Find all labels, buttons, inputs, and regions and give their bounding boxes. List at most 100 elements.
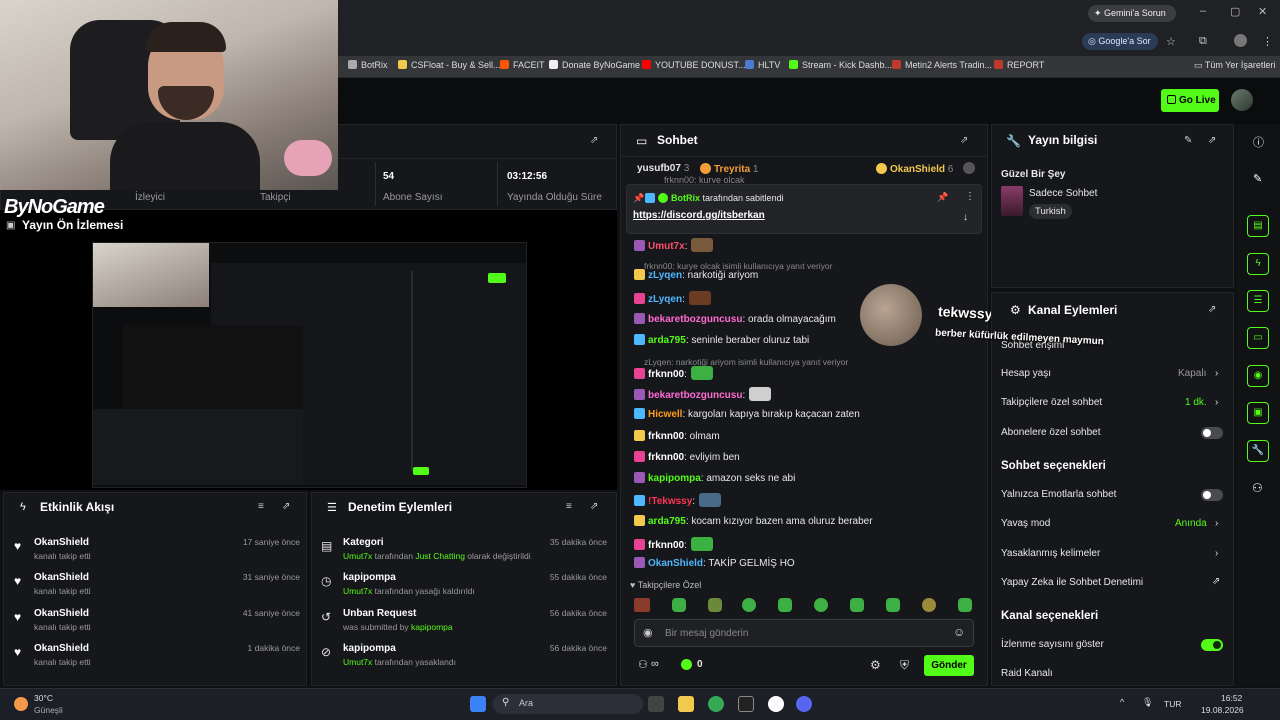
follower-name[interactable]: OkanShield [34,608,89,619]
info-icon[interactable] [963,162,975,174]
chat-username[interactable]: bekaretbozguncusu [648,390,742,401]
bookmark-item[interactable]: HLTV [745,60,780,70]
chat-username[interactable]: !Tekwssy [648,496,692,507]
external-link-icon[interactable]: ⇗ [1212,576,1220,587]
app-icon[interactable] [738,696,754,712]
followers-only-chat-value[interactable]: 1 dk. [1185,397,1207,408]
bookmark-star-icon[interactable]: ☆ [1166,35,1176,48]
chat-username[interactable]: Umut7x [648,241,685,252]
popout-icon[interactable]: ⇗ [590,135,598,146]
start-icon[interactable] [470,696,486,712]
chat-username[interactable]: Hicwell [648,409,682,420]
chevron-up-icon[interactable]: ^ [1120,697,1124,707]
bookmark-item[interactable]: YOUTUBE DONUST... [642,60,746,70]
gifter-name[interactable]: Treyrita [714,164,750,175]
chevron-right-icon[interactable]: › [1215,397,1218,408]
mic-icon[interactable]: 🎙 [1142,697,1153,708]
filter-icon[interactable]: ≡ [258,501,264,512]
bookmark-item[interactable]: Stream - Kick Dashb... [789,60,892,70]
chevron-right-icon[interactable]: › [1215,368,1218,379]
bookmark-item[interactable]: FACEIT [500,60,545,70]
subs-only-toggle[interactable] [1201,427,1223,439]
gifter-name[interactable]: yusufb07 [637,163,681,174]
chat-input[interactable]: ◉ Bir mesaj gönderin ☺ [634,619,974,647]
chat-username[interactable]: bekaretbozguncusu [648,314,742,325]
expand-icon[interactable]: ↓ [963,212,968,223]
emote-only-toggle[interactable] [1201,489,1223,501]
chrome-icon[interactable] [708,696,724,712]
more-icon[interactable]: ⋮ [965,191,975,202]
gifter-name[interactable]: OkanShield [890,164,945,175]
edit-icon[interactable]: ✎ [1184,135,1192,146]
chat-username[interactable]: zLyqen [648,270,682,281]
chat-username[interactable]: frknn00 [648,540,684,551]
stream-tag[interactable]: Turkish [1029,204,1072,219]
extensions-icon[interactable]: ⧉ [1199,35,1207,48]
chat-username[interactable]: frknn00 [648,431,684,442]
broadcast-widget-icon[interactable]: ◉ [1247,365,1269,387]
file-explorer-icon[interactable] [678,696,694,712]
bookmark-item[interactable]: CSFloat - Buy & Sell... [398,60,501,70]
discord-icon[interactable] [796,696,812,712]
emote-icon[interactable] [886,598,900,612]
follower-name[interactable]: OkanShield [34,572,89,583]
send-button[interactable]: Gönder [924,655,974,676]
google-ask-button[interactable]: ◎ Google'a Sor [1082,33,1158,50]
chat-username[interactable]: arda795 [648,516,686,527]
emote-icon[interactable] [708,598,722,612]
minimize-icon[interactable]: – [1200,5,1206,17]
chat-username[interactable]: kapipompa [648,473,701,484]
moderator-name[interactable]: Umut7x [343,657,372,667]
taskbar-search[interactable]: Ara [493,694,643,714]
settings-icon[interactable]: ⚇ [1252,481,1263,495]
bookmark-item[interactable]: Metin2 Alerts Tradin... [892,60,992,70]
chevron-right-icon[interactable]: › [1215,548,1218,559]
close-icon[interactable]: ✕ [1258,5,1267,18]
profile-icon[interactable] [1234,34,1247,47]
filter-icon[interactable]: ≡ [566,501,572,512]
stream-info-widget-icon[interactable]: 🔧 [1247,440,1269,462]
activity-widget-icon[interactable]: ϟ [1247,253,1269,275]
popout-icon[interactable]: ⇗ [590,501,598,512]
popout-icon[interactable]: ⇗ [282,501,290,512]
clock-date[interactable]: 19.08.2026 [1201,705,1244,715]
popout-icon[interactable]: ⇗ [960,135,968,146]
clock-time[interactable]: 16:52 [1221,693,1242,703]
chat-username[interactable]: zLyqen [648,294,682,305]
task-view-icon[interactable] [648,696,664,712]
emote-icon[interactable] [634,598,650,612]
chat-username[interactable]: OkanShield [648,558,703,569]
popout-icon[interactable]: ⇗ [1208,304,1216,315]
go-live-button[interactable]: Go Live [1161,89,1219,112]
user-name[interactable]: kapipompa [411,622,453,632]
pin-icon[interactable]: 📌 [937,192,948,203]
emote-icon[interactable] [742,598,756,612]
bookmark-item[interactable]: REPORT [994,60,1044,70]
mod-actions-widget-icon[interactable]: ☰ [1247,290,1269,312]
account-age-value[interactable]: Kapalı [1178,368,1206,379]
popout-icon[interactable]: ⇗ [1208,135,1216,146]
language[interactable]: TUR [1164,699,1181,709]
chat-username[interactable]: frknn00 [648,369,684,380]
mod-shield-icon[interactable]: ⛨ [900,658,909,673]
bookmark-item[interactable]: BotRix [348,60,388,70]
pinned-by[interactable]: BotRix [671,193,700,203]
follower-name[interactable]: OkanShield [34,537,89,548]
chevron-right-icon[interactable]: › [1215,518,1218,529]
menu-icon[interactable]: ⋮ [1262,35,1273,48]
show-viewers-toggle[interactable] [1201,639,1223,651]
stats-widget-icon[interactable]: ▤ [1247,215,1269,237]
edit-icon[interactable]: ✎ [1253,172,1262,185]
obs-icon[interactable] [768,696,784,712]
pinned-link[interactable]: https://discord.gg/itsberkan [633,210,765,221]
chat-widget-icon[interactable]: ▭ [1247,327,1269,349]
chat-username[interactable]: frknn00 [648,452,684,463]
emoji-icon[interactable]: ☺ [953,625,965,639]
info-icon[interactable]: ⓘ [1253,134,1264,150]
slow-mode-value[interactable]: Anında [1175,518,1207,529]
emote-icon[interactable] [958,598,972,612]
category-name[interactable]: Sadece Sohbet [1029,188,1097,199]
moderator-name[interactable]: Umut7x [343,551,372,561]
emote-icon[interactable] [672,598,686,612]
gemini-button[interactable]: ✦ Gemini'a Sorun [1088,5,1176,22]
